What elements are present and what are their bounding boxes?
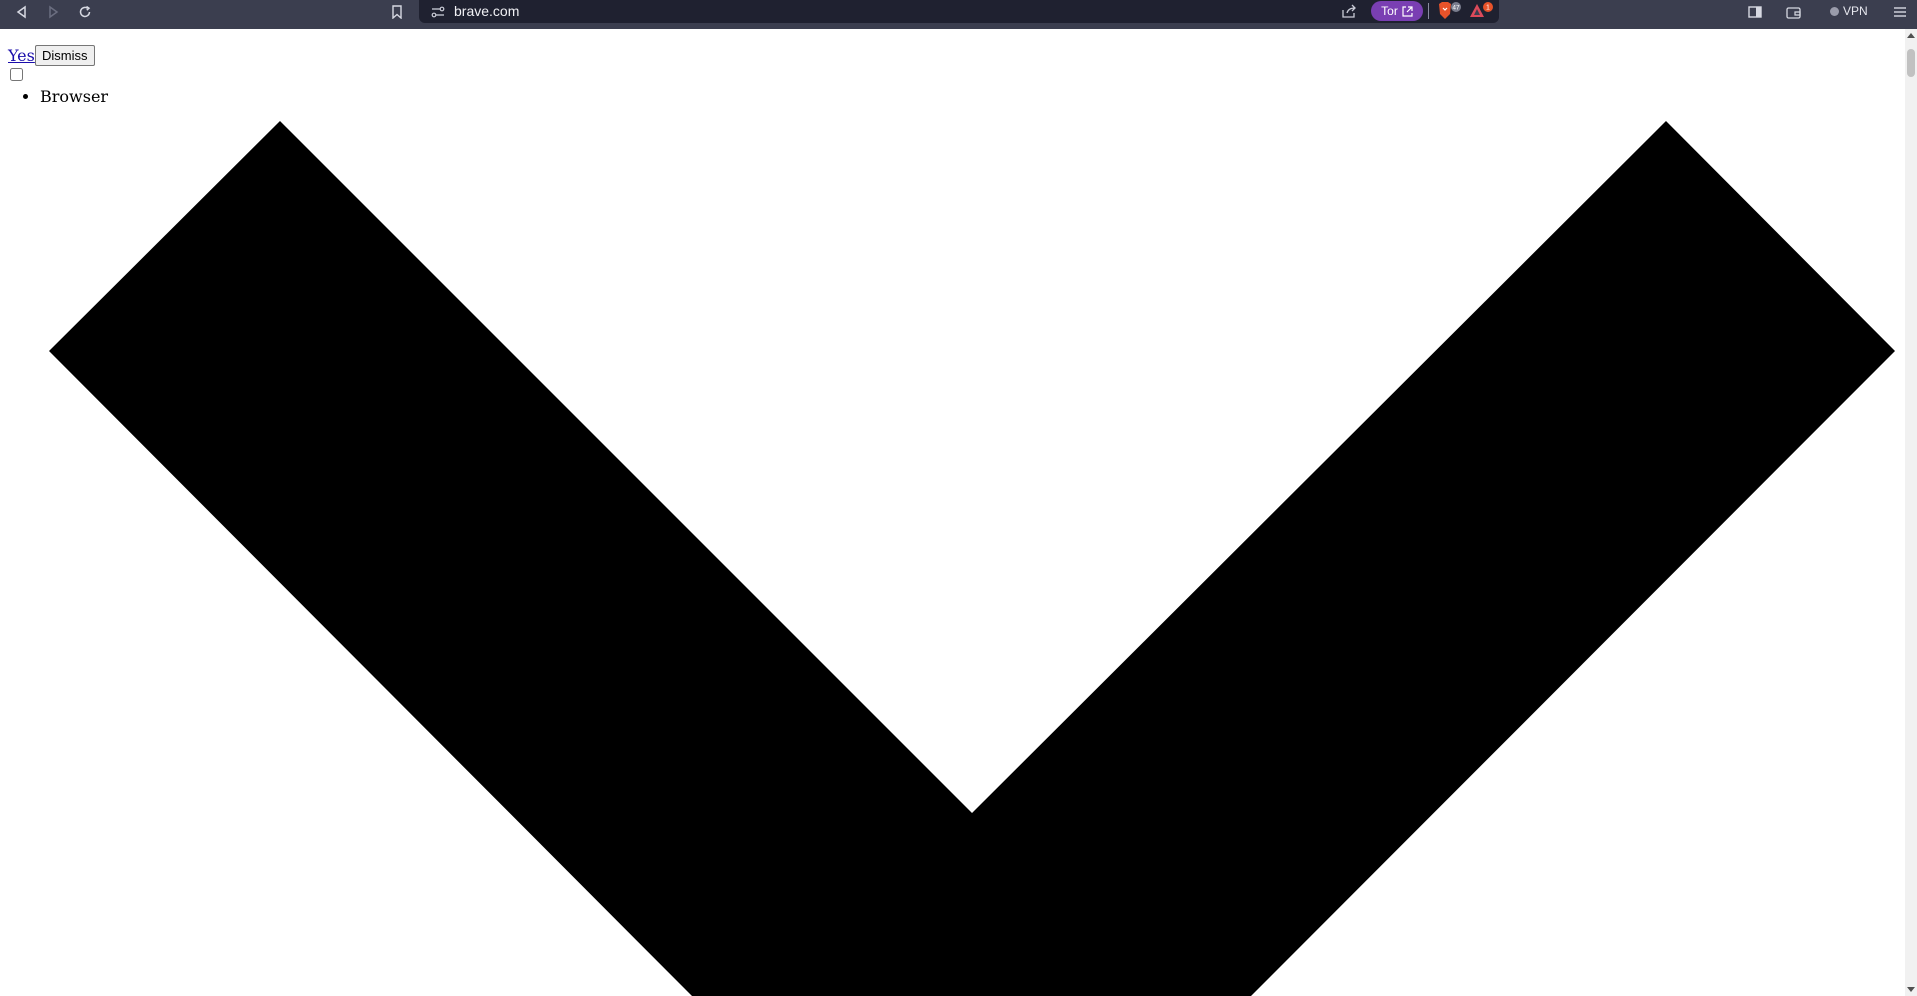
external-link-icon bbox=[1402, 5, 1413, 17]
menu-button[interactable] bbox=[1890, 0, 1910, 24]
scroll-up-icon[interactable] bbox=[1907, 33, 1915, 38]
vpn-status-icon bbox=[1830, 6, 1839, 16]
reload-icon bbox=[79, 5, 91, 18]
bookmark-icon bbox=[392, 5, 402, 19]
page-content: Yes Dismiss Browser bbox=[0, 29, 1905, 996]
hamburger-menu-icon bbox=[1894, 7, 1906, 17]
menu-toggle-checkbox[interactable] bbox=[10, 68, 23, 81]
wallet-icon bbox=[1785, 6, 1801, 19]
forward-icon bbox=[49, 5, 59, 19]
back-icon bbox=[16, 5, 26, 19]
scroll-down-icon[interactable] bbox=[1907, 987, 1915, 992]
vpn-label: VPN bbox=[1843, 4, 1868, 18]
chevron-down-icon bbox=[49, 121, 1895, 996]
forward-button[interactable] bbox=[43, 0, 63, 24]
reload-button[interactable] bbox=[75, 0, 95, 24]
brave-shields-button[interactable]: 47 bbox=[1437, 1, 1463, 25]
shields-count: 47 bbox=[1452, 5, 1460, 12]
browser-toolbar: brave.com Tor 47 1 VPN bbox=[0, 0, 1917, 29]
brave-rewards-button[interactable]: 1 bbox=[1469, 1, 1495, 25]
toolbar-divider bbox=[1428, 3, 1429, 19]
triangle-icon: 1 bbox=[1470, 2, 1493, 17]
brave-lion-icon: 47 bbox=[1439, 2, 1461, 19]
yes-link[interactable]: Yes bbox=[8, 46, 35, 65]
back-button[interactable] bbox=[12, 0, 32, 24]
scroll-thumb[interactable] bbox=[1907, 49, 1915, 77]
dismiss-button[interactable]: Dismiss bbox=[35, 45, 95, 66]
bookmark-button[interactable] bbox=[387, 0, 407, 24]
sidebar-icon bbox=[1748, 6, 1762, 18]
address-bar[interactable]: brave.com Tor 47 1 bbox=[419, 0, 1499, 23]
site-info-button[interactable] bbox=[431, 4, 445, 23]
sidebar-button[interactable] bbox=[1745, 0, 1765, 24]
tor-label: Tor bbox=[1381, 4, 1398, 18]
vpn-button[interactable]: VPN bbox=[1830, 0, 1868, 22]
nav-item-browser[interactable]: Browser bbox=[40, 87, 108, 106]
rewards-count: 1 bbox=[1486, 5, 1490, 12]
share-button[interactable] bbox=[1341, 3, 1357, 23]
nav-list: Browser bbox=[0, 87, 108, 106]
wallet-button[interactable] bbox=[1783, 0, 1803, 24]
share-icon bbox=[1342, 4, 1356, 18]
site-info-icon bbox=[431, 6, 445, 18]
tor-button[interactable]: Tor bbox=[1371, 1, 1423, 21]
url-text: brave.com bbox=[454, 3, 520, 19]
page-scrollbar[interactable] bbox=[1905, 29, 1917, 996]
